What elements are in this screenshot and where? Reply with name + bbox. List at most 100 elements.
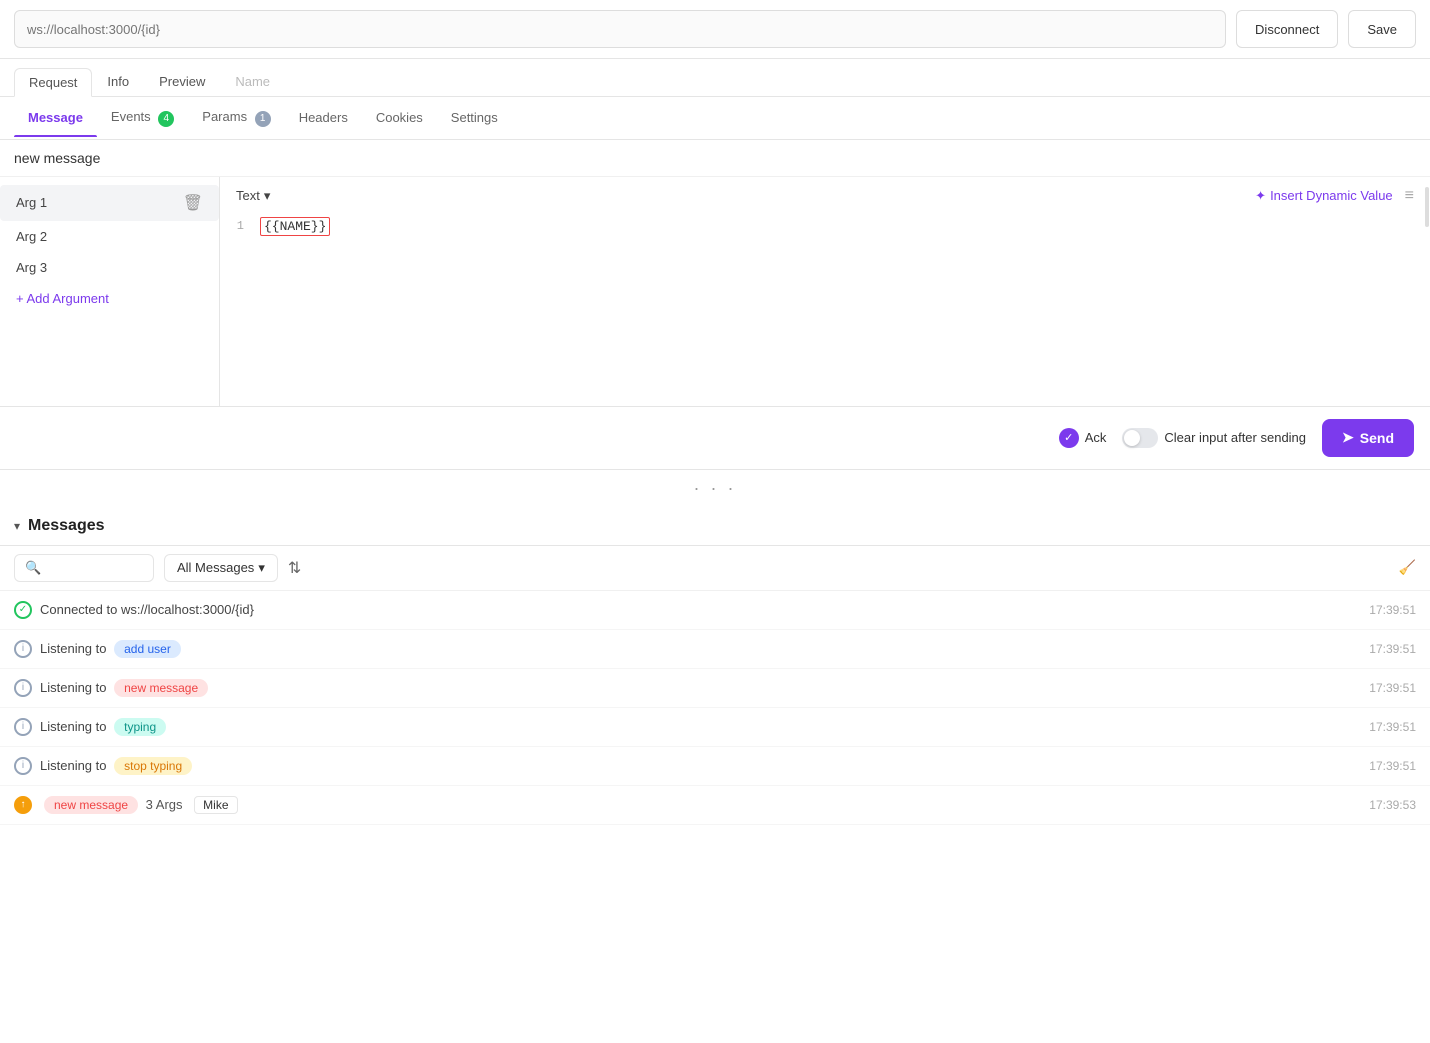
tab-params[interactable]: Params 1	[188, 97, 284, 139]
sent-event-badge: new message	[44, 796, 138, 814]
ack-row: ✓ Ack	[1059, 428, 1107, 448]
clear-input-label: Clear input after sending	[1164, 430, 1306, 445]
tab-cookies[interactable]: Cookies	[362, 98, 437, 137]
message-row-listen-stoptyping: i Listening to stop typing 17:39:51	[0, 747, 1430, 786]
send-icon: ➤	[1342, 429, 1354, 446]
send-label: Send	[1360, 430, 1394, 446]
editor-toolbar: Text ▾ ✦ Insert Dynamic Value ≡	[220, 187, 1430, 213]
url-input[interactable]	[14, 10, 1226, 48]
clear-input-toggle[interactable]	[1122, 428, 1158, 448]
sent-newmessage-text: new message 3 Args Mike	[40, 796, 1361, 814]
content-area: Arg 1 🗑 Arg 2 Arg 3 + Add Argument Text …	[0, 177, 1430, 407]
tab-settings[interactable]: Settings	[437, 98, 512, 137]
listen-stoptyping-time: 17:39:51	[1369, 759, 1416, 773]
arg-item-3[interactable]: Arg 3	[0, 252, 219, 283]
arg-item-1[interactable]: Arg 1 🗑	[0, 185, 219, 221]
chevron-down-icon: ▾	[264, 188, 271, 204]
search-icon: 🔍	[25, 560, 41, 576]
message-name-input[interactable]	[14, 150, 1416, 166]
listen-newmessage-text: Listening to new message	[40, 679, 1361, 697]
info-icon-1: i	[14, 640, 32, 658]
sent-arg-tag: Mike	[194, 796, 237, 814]
tab-events[interactable]: Events 4	[97, 97, 188, 139]
listen-adduser-time: 17:39:51	[1369, 642, 1416, 656]
tab-preview[interactable]: Preview	[144, 67, 220, 96]
tab-name[interactable]: Name	[220, 67, 285, 96]
arg-item-2[interactable]: Arg 2	[0, 221, 219, 252]
collapse-icon[interactable]: ▾	[14, 519, 20, 533]
top-bar: Disconnect Save	[0, 0, 1430, 59]
message-row-listen-adduser: i Listening to add user 17:39:51	[0, 630, 1430, 669]
line-content-1[interactable]: {{NAME}}	[260, 217, 1430, 236]
info-icon-3: i	[14, 718, 32, 736]
events-badge: 4	[158, 111, 174, 127]
scroll-indicator	[1424, 177, 1430, 406]
messages-title: Messages	[28, 517, 105, 535]
disconnect-button[interactable]: Disconnect	[1236, 10, 1338, 48]
tab-info[interactable]: Info	[92, 67, 144, 96]
line-number-1: 1	[220, 217, 260, 233]
arg-2-label: Arg 2	[16, 229, 47, 244]
template-variable[interactable]: {{NAME}}	[260, 217, 330, 236]
listen-typing-time: 17:39:51	[1369, 720, 1416, 734]
add-argument-button[interactable]: + Add Argument	[0, 283, 219, 314]
message-list: ✓ Connected to ws://localhost:3000/{id} …	[0, 591, 1430, 825]
text-type-label: Text	[236, 188, 260, 203]
event-badge-newmessage: new message	[114, 679, 208, 697]
send-button[interactable]: ➤ Send	[1322, 419, 1414, 457]
arg-1-label: Arg 1	[16, 195, 47, 210]
text-type-button[interactable]: Text ▾	[236, 188, 270, 204]
arg-3-label: Arg 3	[16, 260, 47, 275]
scroll-thumb	[1425, 187, 1429, 227]
ack-checkbox[interactable]: ✓	[1059, 428, 1079, 448]
listen-typing-text: Listening to typing	[40, 718, 1361, 736]
sent-icon: ↑	[14, 796, 32, 814]
connected-text: Connected to ws://localhost:3000/{id}	[40, 602, 1361, 617]
event-badge-typing: typing	[114, 718, 166, 736]
listen-stoptyping-text: Listening to stop typing	[40, 757, 1361, 775]
toggle-knob	[1124, 430, 1140, 446]
ack-label: Ack	[1085, 430, 1107, 445]
listen-adduser-text: Listening to add user	[40, 640, 1361, 658]
args-panel: Arg 1 🗑 Arg 2 Arg 3 + Add Argument	[0, 177, 220, 406]
args-count-label: 3 Args	[146, 797, 183, 812]
event-badge-stoptyping: stop typing	[114, 757, 192, 775]
insert-dynamic-label: Insert Dynamic Value	[1270, 188, 1393, 203]
sent-newmessage-time: 17:39:53	[1369, 798, 1416, 812]
messages-section: ▾ Messages 🔍 All Messages ▾ ⇅ 🧹 ✓ Connec…	[0, 507, 1430, 825]
filter-sort-icon[interactable]: ⇅	[288, 558, 301, 578]
message-row-listen-typing: i Listening to typing 17:39:51	[0, 708, 1430, 747]
code-line-1: 1 {{NAME}}	[220, 217, 1430, 236]
filter-chevron-icon: ▾	[258, 560, 265, 576]
filter-dropdown[interactable]: All Messages ▾	[164, 554, 278, 582]
editor-actions: ✦ Insert Dynamic Value ≡	[1255, 187, 1414, 205]
arg-1-delete[interactable]: 🗑	[183, 193, 203, 213]
tab-message[interactable]: Message	[14, 98, 97, 137]
info-icon-4: i	[14, 757, 32, 775]
request-tabs: Request Info Preview Name	[0, 59, 1430, 97]
save-button[interactable]: Save	[1348, 10, 1416, 48]
bottom-bar: ✓ Ack Clear input after sending ➤ Send	[0, 407, 1430, 470]
listen-newmessage-time: 17:39:51	[1369, 681, 1416, 695]
lines-icon[interactable]: ≡	[1405, 187, 1414, 205]
info-icon-2: i	[14, 679, 32, 697]
message-row-sent-newmessage: ↑ new message 3 Args Mike 17:39:53	[0, 786, 1430, 825]
messages-filter: 🔍 All Messages ▾ ⇅ 🧹	[0, 546, 1430, 591]
code-editor: 1 {{NAME}}	[220, 213, 1430, 240]
params-badge: 1	[255, 111, 271, 127]
divider[interactable]: · · ·	[0, 470, 1430, 507]
event-badge-adduser: add user	[114, 640, 181, 658]
connected-time: 17:39:51	[1369, 603, 1416, 617]
messages-header: ▾ Messages	[0, 507, 1430, 546]
sub-tabs: Message Events 4 Params 1 Headers Cookie…	[0, 97, 1430, 140]
search-box[interactable]: 🔍	[14, 554, 154, 582]
connected-icon: ✓	[14, 601, 32, 619]
clear-input-row: Clear input after sending	[1122, 428, 1306, 448]
clear-messages-icon[interactable]: 🧹	[1399, 559, 1416, 576]
insert-dynamic-button[interactable]: ✦ Insert Dynamic Value	[1255, 188, 1393, 204]
tab-request[interactable]: Request	[14, 68, 92, 97]
filter-label: All Messages	[177, 560, 254, 575]
tab-headers[interactable]: Headers	[285, 98, 362, 137]
message-row-listen-newmessage: i Listening to new message 17:39:51	[0, 669, 1430, 708]
add-argument-label: + Add Argument	[16, 291, 109, 306]
